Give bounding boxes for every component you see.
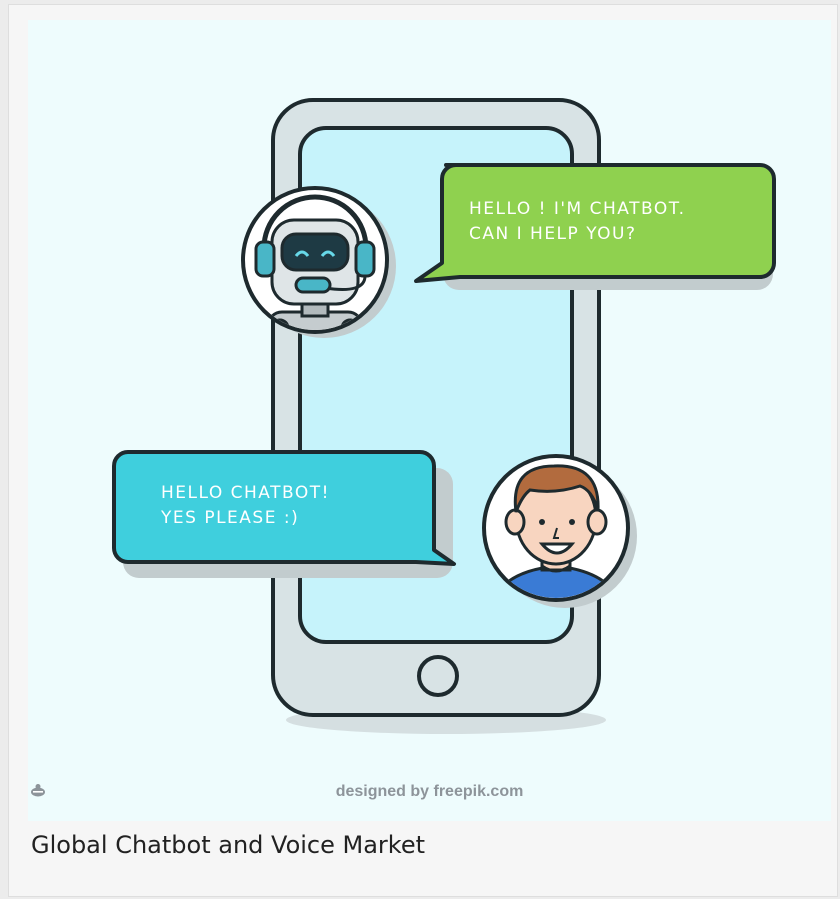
article-card: HELLO ! I'M CHATBOT. CAN I HELP YOU? HEL…	[8, 4, 838, 897]
credit-prefix: designed by	[335, 783, 430, 800]
user-message-line-1: HELLO CHATBOT!	[161, 483, 330, 503]
bot-message-line-1: HELLO ! I'M CHATBOT.	[469, 199, 686, 219]
freepik-icon	[31, 784, 45, 797]
bot-message-line-2: CAN I HELP YOU?	[469, 224, 637, 244]
credit-brand[interactable]: freepik.com	[434, 783, 524, 800]
user-message-line-2: YES PLEASE :)	[161, 508, 300, 528]
bot-message: HELLO ! I'M CHATBOT. CAN I HELP YOU?	[469, 197, 686, 247]
home-button-icon	[417, 655, 459, 697]
phone-chat-drawing	[112, 98, 776, 734]
image-credit: designed by freepik.com	[28, 783, 831, 801]
user-message: HELLO CHATBOT! YES PLEASE :)	[161, 481, 330, 531]
chatbot-illustration: HELLO ! I'M CHATBOT. CAN I HELP YOU? HEL…	[28, 20, 831, 821]
article-caption[interactable]: Global Chatbot and Voice Market	[31, 831, 425, 859]
